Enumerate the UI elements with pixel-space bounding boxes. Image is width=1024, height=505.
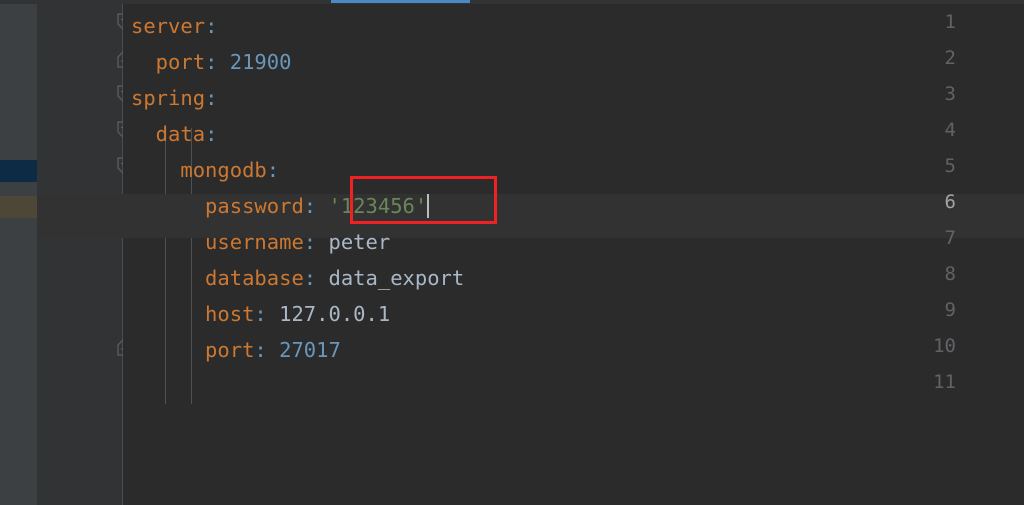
line-number: 7 bbox=[944, 227, 956, 249]
editor-marker-strip[interactable] bbox=[0, 4, 37, 505]
token-key: server bbox=[131, 14, 206, 38]
line-number: 10 bbox=[933, 335, 956, 357]
bookmark-marker[interactable] bbox=[0, 196, 37, 218]
code-line[interactable]: mongodb: bbox=[131, 152, 279, 188]
token-text: data_export bbox=[316, 266, 465, 290]
token-text: peter bbox=[316, 230, 391, 254]
line-number: 6 bbox=[944, 191, 956, 213]
token-colon: : bbox=[254, 338, 267, 362]
text-caret bbox=[427, 194, 430, 218]
token-colon: : bbox=[303, 194, 317, 218]
token-string: '123456' bbox=[316, 194, 428, 218]
code-line[interactable]: server: bbox=[131, 8, 217, 44]
token-number: 21900 bbox=[217, 50, 292, 74]
line-number: 3 bbox=[944, 83, 956, 105]
line-number: 4 bbox=[944, 119, 956, 141]
token-colon: : bbox=[205, 14, 218, 38]
token-key: database bbox=[131, 266, 304, 290]
code-line[interactable]: spring: bbox=[131, 80, 217, 116]
line-number: 8 bbox=[944, 263, 956, 285]
changed-lines-marker[interactable] bbox=[0, 160, 37, 182]
token-colon: : bbox=[254, 302, 267, 326]
code-editor-window: server: port: 21900 spring: data: mongodb… bbox=[0, 0, 1024, 505]
token-colon: : bbox=[266, 158, 280, 182]
token-key: port bbox=[131, 338, 255, 362]
code-line[interactable]: data: bbox=[131, 116, 218, 152]
code-line[interactable]: port: 21900 bbox=[131, 44, 292, 80]
token-colon: : bbox=[205, 50, 218, 74]
code-line[interactable]: username: peter bbox=[131, 224, 390, 260]
line-number: 2 bbox=[944, 47, 956, 69]
code-line[interactable]: password: '123456' bbox=[131, 188, 430, 224]
token-colon: : bbox=[205, 86, 218, 110]
token-colon: : bbox=[303, 230, 317, 254]
token-key: username bbox=[131, 230, 304, 254]
line-number: 5 bbox=[944, 155, 956, 177]
active-tab-indicator[interactable] bbox=[331, 0, 470, 3]
token-key: password bbox=[131, 194, 304, 218]
code-line[interactable]: port: 27017 bbox=[131, 332, 341, 368]
line-number: 1 bbox=[944, 11, 956, 33]
line-number: 11 bbox=[933, 371, 956, 393]
token-key: port bbox=[131, 50, 206, 74]
token-key: data bbox=[131, 122, 206, 146]
code-line[interactable]: database: data_export bbox=[131, 260, 464, 296]
token-text: 127.0.0.1 bbox=[266, 302, 391, 326]
token-colon: : bbox=[303, 266, 317, 290]
token-colon: : bbox=[205, 122, 218, 146]
token-key: spring bbox=[131, 86, 206, 110]
token-number: 27017 bbox=[266, 338, 341, 362]
code-line[interactable]: host: 127.0.0.1 bbox=[131, 296, 390, 332]
token-key: mongodb bbox=[131, 158, 267, 182]
token-key: host bbox=[131, 302, 255, 326]
line-number: 9 bbox=[944, 299, 956, 321]
current-line-gutter-highlight bbox=[37, 194, 123, 238]
code-text-area[interactable]: server: port: 21900 spring: data: mongodb… bbox=[123, 4, 1024, 505]
